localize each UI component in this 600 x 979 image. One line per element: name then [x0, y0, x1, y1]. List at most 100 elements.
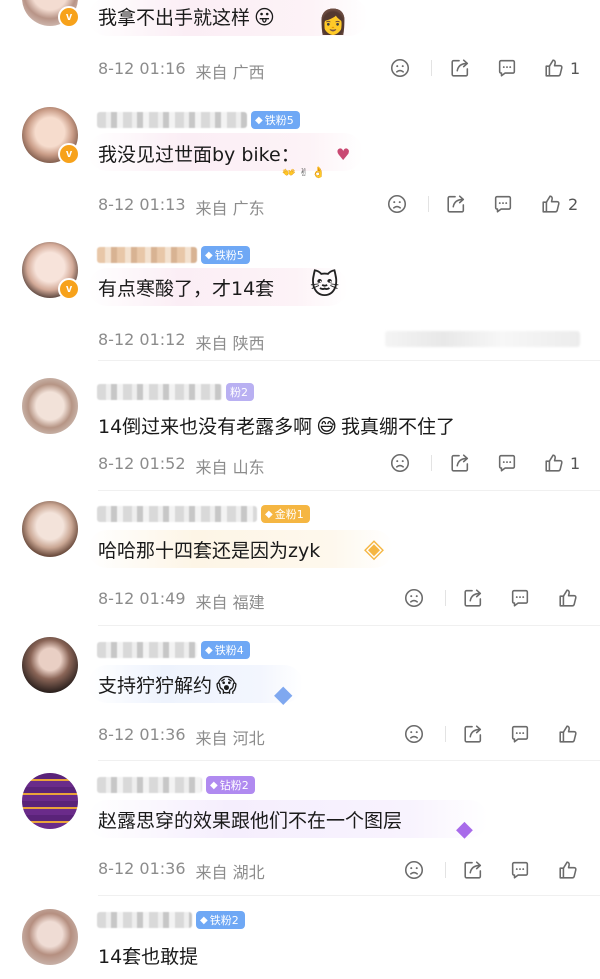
- fan-gem-icon: ◆: [210, 779, 218, 791]
- thumbs-up-icon[interactable]: [543, 57, 565, 79]
- like-count: 1: [570, 454, 581, 473]
- frown-icon[interactable]: [403, 859, 425, 881]
- comment-item: v 我拿不出手就这样 😛 👩 8-12 01:16 来自 广西: [0, 0, 600, 100]
- share-icon[interactable]: [449, 452, 471, 474]
- share-icon[interactable]: [445, 193, 467, 215]
- comment-time: 8-12 01:16: [98, 59, 186, 78]
- thumbs-up-icon[interactable]: [557, 587, 579, 609]
- comment-meta: 8-12 01:16 来自 广西: [98, 59, 265, 83]
- divider: [428, 196, 429, 212]
- username-blurred[interactable]: [97, 506, 257, 522]
- comment-icon[interactable]: [509, 859, 531, 881]
- gold-gem-sticker: ◈: [364, 534, 384, 564]
- blue-gem-sticker: ◆: [274, 680, 293, 708]
- comment-location: 来自 广西: [195, 63, 265, 82]
- comment-meta: 8-12 01:36 来自 河北: [98, 725, 265, 749]
- username-blurred[interactable]: [97, 642, 197, 658]
- fan-badge: ◆ 铁粉5: [201, 246, 250, 264]
- comment-meta: 8-12 01:12 来自 陕西: [98, 330, 265, 354]
- divider: [431, 455, 432, 471]
- share-icon[interactable]: [449, 57, 471, 79]
- frown-icon[interactable]: [389, 452, 411, 474]
- comment-text[interactable]: 赵露思穿的效果跟他们不在一个图层: [98, 806, 402, 833]
- comment-meta: 8-12 01:13 来自 广东: [98, 195, 265, 219]
- avatar[interactable]: [22, 773, 78, 829]
- comment-text[interactable]: 14倒过来也没有老露多啊 😅 我真绷不住了: [98, 412, 455, 439]
- hello-kitty-sticker: 🐱: [310, 268, 340, 301]
- divider: [98, 895, 600, 896]
- avatar[interactable]: [22, 501, 78, 557]
- share-icon[interactable]: [462, 587, 484, 609]
- username-blurred[interactable]: [97, 912, 192, 928]
- comment-location: 来自 广东: [195, 199, 265, 218]
- avatar[interactable]: [22, 378, 78, 434]
- purple-gem-sticker: ◆: [456, 817, 473, 842]
- comment-meta: 8-12 01:52 来自 山东: [98, 454, 265, 478]
- divider: [98, 625, 600, 626]
- divider: [431, 60, 432, 76]
- username-blurred[interactable]: [97, 112, 247, 128]
- comment-time: 8-12 01:12: [98, 330, 186, 349]
- comment-text[interactable]: 我拿不出手就这样 😛: [98, 3, 275, 30]
- comment-location: 来自 河北: [195, 729, 265, 748]
- comment-time: 8-12 01:49: [98, 589, 186, 608]
- comment-text[interactable]: 支持狞狞解约 😱: [98, 671, 237, 698]
- frown-icon[interactable]: [403, 723, 425, 745]
- comment-icon[interactable]: [509, 723, 531, 745]
- avatar[interactable]: [22, 909, 78, 965]
- comment-text[interactable]: 我没见过世面by bike：: [98, 140, 300, 167]
- sweat-emoji: 😅: [316, 413, 338, 438]
- comment-icon[interactable]: [509, 587, 531, 609]
- avatar[interactable]: v: [22, 242, 80, 300]
- comment-icon[interactable]: [492, 193, 514, 215]
- comment-time: 8-12 01:36: [98, 859, 186, 878]
- comment-item: v ◆ 铁粉5 有点寒酸了，才14套 🐱 8-12 01:12 来自 陕西: [0, 220, 600, 360]
- fan-gem-icon: ◆: [255, 114, 263, 126]
- username-blurred[interactable]: [97, 384, 222, 400]
- username-blurred[interactable]: [97, 247, 197, 263]
- decoration-sticker: 👐 ✌ 👌: [282, 166, 326, 179]
- comment-location: 来自 福建: [195, 593, 265, 612]
- fan-badge: ◆ 钻粉2: [206, 776, 255, 794]
- divider: [445, 590, 446, 606]
- share-icon[interactable]: [462, 859, 484, 881]
- comment-time: 8-12 01:36: [98, 725, 186, 744]
- frown-icon[interactable]: [389, 57, 411, 79]
- divider: [445, 726, 446, 742]
- share-icon[interactable]: [462, 723, 484, 745]
- comment-location: 来自 陕西: [195, 334, 265, 353]
- avatar[interactable]: [22, 637, 78, 693]
- comment-meta: 8-12 01:49 来自 福建: [98, 589, 265, 613]
- fan-badge: ◆ 铁粉5: [251, 111, 300, 129]
- fan-gem-icon: ◆: [205, 249, 213, 261]
- comment-text[interactable]: 14套也敢提: [98, 942, 198, 969]
- verified-badge: v: [58, 6, 80, 28]
- comment-item: ◆ 铁粉2 14套也敢提: [0, 895, 600, 979]
- thumbs-up-icon[interactable]: [557, 859, 579, 881]
- fan-badge: ◆ 铁粉4: [201, 641, 250, 659]
- decoration-sticker: ♥: [336, 145, 351, 164]
- divider: [98, 760, 600, 761]
- avatar[interactable]: v: [22, 107, 80, 165]
- comment-text[interactable]: 哈哈那十四套还是因为zyk: [98, 536, 320, 563]
- comment-meta: 8-12 01:36 来自 湖北: [98, 859, 265, 883]
- decoration-sticker: 👩: [318, 8, 348, 36]
- blurred-action-bar: [385, 331, 580, 347]
- avatar[interactable]: v: [22, 0, 80, 28]
- fan-gem-icon: ◆: [265, 508, 273, 520]
- comment-icon[interactable]: [496, 57, 518, 79]
- thumbs-up-icon[interactable]: [557, 723, 579, 745]
- frown-icon[interactable]: [386, 193, 408, 215]
- divider: [98, 490, 600, 491]
- thumbs-up-icon[interactable]: [543, 452, 565, 474]
- comment-text[interactable]: 有点寒酸了，才14套: [98, 274, 274, 301]
- fan-badge: 粉2: [226, 383, 254, 401]
- divider: [445, 862, 446, 878]
- username-blurred[interactable]: [97, 777, 202, 793]
- frown-icon[interactable]: [403, 587, 425, 609]
- thumbs-up-icon[interactable]: [540, 193, 562, 215]
- verified-badge: v: [58, 278, 80, 300]
- comment-location: 来自 山东: [195, 458, 265, 477]
- comment-icon[interactable]: [496, 452, 518, 474]
- fan-gem-icon: ◆: [205, 644, 213, 656]
